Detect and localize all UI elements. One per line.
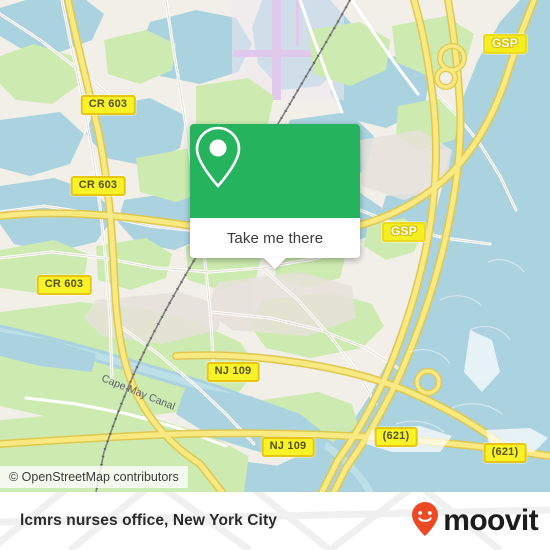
road-shield-621-1[interactable]: (621) xyxy=(374,427,418,447)
attribution-text: © OpenStreetMap contributors xyxy=(9,470,179,484)
road-shield-gsp-1[interactable]: GSP xyxy=(483,34,527,54)
moovit-wordmark: moovit xyxy=(443,504,538,537)
road-shield-cr603-3[interactable]: CR 603 xyxy=(36,275,92,295)
road-shield-nj109-1[interactable]: NJ 109 xyxy=(206,362,260,382)
road-shield-621-2[interactable]: (621) xyxy=(483,443,527,463)
take-me-there-label: Take me there xyxy=(226,229,324,247)
road-shield-cr603-2[interactable]: CR 603 xyxy=(70,176,126,196)
road-shield-cr603-1[interactable]: CR 603 xyxy=(80,95,136,115)
moovit-map-screenshot: CR 603 CR 603 CR 603 GSP GSP NJ 109 NJ 1… xyxy=(0,0,550,550)
moovit-smiley-pin-icon xyxy=(410,501,440,542)
footer-bar: lcmrs nurses office, New York City moovi… xyxy=(0,492,550,550)
place-title: lcmrs nurses office, New York City xyxy=(20,512,277,529)
map-canvas[interactable]: CR 603 CR 603 CR 603 GSP GSP NJ 109 NJ 1… xyxy=(0,0,550,492)
road-shield-gsp-2[interactable]: GSP xyxy=(382,222,426,242)
moovit-logo[interactable]: moovit xyxy=(410,492,539,550)
popup-image-area xyxy=(190,124,360,218)
destination-popup[interactable]: Take me there xyxy=(190,124,360,269)
popup-pointer-tail xyxy=(264,258,286,269)
popup-action-bar[interactable]: Take me there xyxy=(190,218,360,258)
map-attribution[interactable]: © OpenStreetMap contributors xyxy=(0,466,188,488)
road-shield-nj109-2[interactable]: NJ 109 xyxy=(261,437,315,457)
